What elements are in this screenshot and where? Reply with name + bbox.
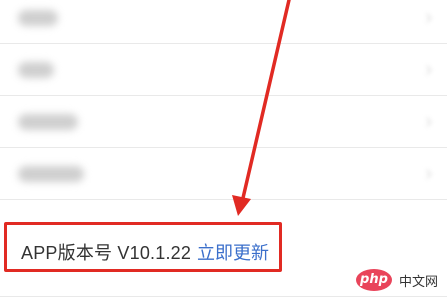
- blurred-label: [18, 62, 54, 78]
- app-version-row: APP版本号 V10.1.22 立即更新: [4, 222, 282, 272]
- chevron-right-icon: ›: [425, 108, 433, 133]
- app-version-label: APP版本号 V10.1.22: [21, 243, 192, 263]
- settings-screen: › › › › APP版本号 V10.1.22 立即更新 php 中文网: [0, 0, 447, 297]
- settings-row[interactable]: ›: [0, 148, 447, 200]
- blurred-label: [18, 114, 78, 130]
- chevron-right-icon: ›: [425, 160, 433, 185]
- settings-row[interactable]: ›: [0, 96, 447, 148]
- php-logo-icon: php: [355, 269, 392, 291]
- blurred-label: [18, 10, 58, 26]
- chevron-right-icon: ›: [425, 56, 433, 81]
- settings-row[interactable]: ›: [0, 0, 447, 44]
- blurred-label: [18, 166, 84, 182]
- watermark-text: 中文网: [395, 269, 441, 291]
- settings-row[interactable]: ›: [0, 44, 447, 96]
- update-now-link[interactable]: 立即更新: [197, 239, 269, 265]
- site-watermark: php 中文网: [355, 269, 441, 291]
- chevron-right-icon: ›: [425, 4, 433, 29]
